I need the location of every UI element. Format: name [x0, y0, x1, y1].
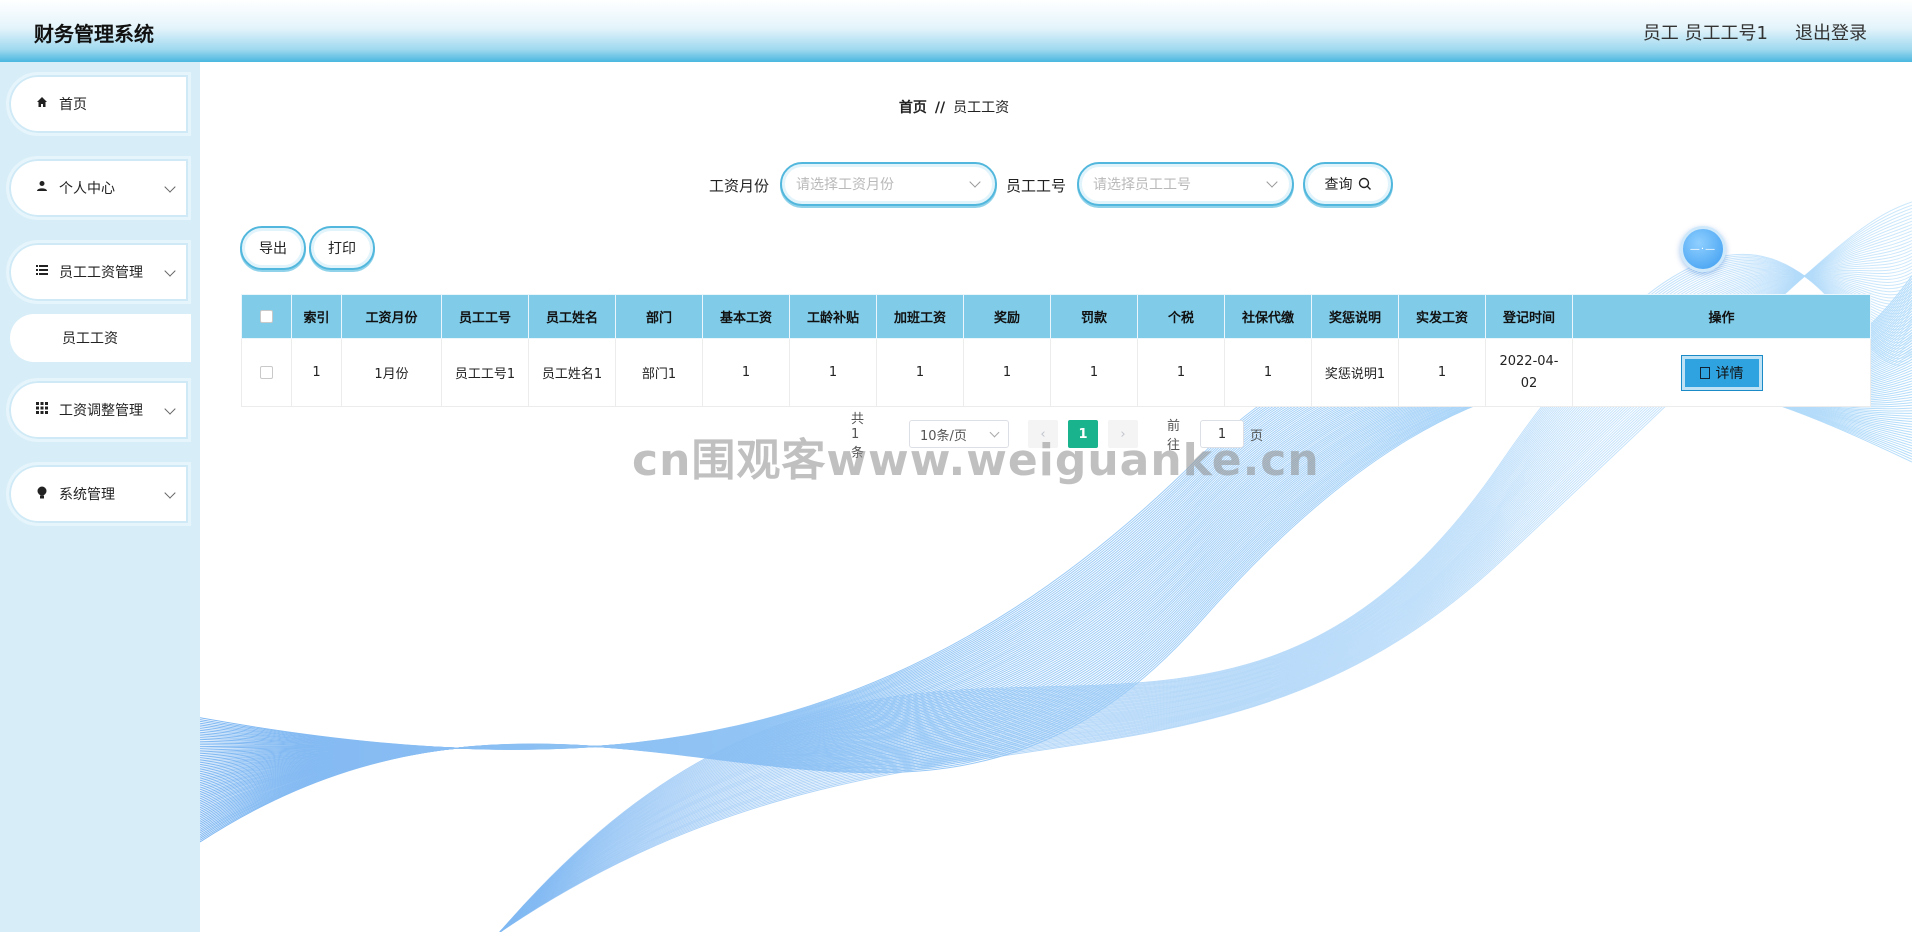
column-header[interactable]: 罚款 [1050, 294, 1138, 339]
dots-icon: —·— [1689, 243, 1717, 255]
table-cell: 1 [963, 338, 1051, 407]
column-header[interactable]: 个税 [1137, 294, 1225, 339]
breadcrumb-separator: // [934, 100, 946, 116]
sidebar-item-salary-adjustment[interactable]: 工资调整管理 [6, 378, 191, 442]
month-placeholder: 请选择工资月份 [796, 177, 894, 193]
table-cell: 员工姓名1 [528, 338, 616, 407]
column-header[interactable]: 索引 [291, 294, 342, 339]
table-cell: 部门1 [615, 338, 703, 407]
salary-table: 索引 工资月份 员工工号 员工姓名 部门 基本工资 工龄补贴 加班工资 奖励 罚… [241, 294, 1871, 407]
sidebar: 首页 个人中心 员工工资管理 员工工资 工资调整管理 系统管理 [0, 62, 200, 932]
sidebar-item-label: 系统管理 [59, 487, 115, 503]
breadcrumb-current: 员工工资 [953, 100, 1010, 116]
search-icon [1358, 177, 1371, 190]
table-cell: 1 [1050, 338, 1138, 407]
sidebar-item-label: 工资调整管理 [59, 403, 143, 419]
table-cell: 1 [702, 338, 790, 407]
current-user: 员工 员工工号1 [1642, 23, 1768, 44]
empno-select[interactable]: 请选择员工工号 [1077, 162, 1294, 206]
breadcrumb-home[interactable]: 首页 [899, 100, 927, 116]
column-header: 操作 [1572, 294, 1871, 339]
column-header[interactable]: 员工姓名 [528, 294, 616, 339]
print-button[interactable]: 打印 [309, 226, 375, 270]
sidebar-item-home[interactable]: 首页 [6, 72, 191, 136]
home-icon [35, 96, 49, 112]
row-checkbox[interactable] [260, 366, 273, 379]
table-cell: 1 [876, 338, 964, 407]
user-icon [35, 180, 49, 196]
table-cell: 1 [1224, 338, 1312, 407]
column-header[interactable]: 基本工资 [702, 294, 790, 339]
bulb-icon [35, 486, 49, 503]
table-cell: 2022-04-02 [1485, 338, 1573, 407]
app-title: 财务管理系统 [34, 22, 154, 46]
column-header[interactable]: 工资月份 [341, 294, 442, 339]
table-cell: 1 [1137, 338, 1225, 407]
column-header[interactable]: 加班工资 [876, 294, 964, 339]
float-action-button[interactable]: —·— [1680, 226, 1726, 272]
grid-icon [35, 402, 49, 418]
document-icon [1699, 366, 1710, 379]
sidebar-item-label: 首页 [59, 97, 87, 113]
sidebar-item-label: 员工工资 [62, 331, 118, 347]
column-header[interactable]: 员工工号 [441, 294, 529, 339]
action-cell: 详情 [1572, 338, 1871, 407]
row-select-cell [241, 338, 292, 407]
query-label: 查询 [1324, 177, 1353, 193]
main-content: 首页 // 员工工资 工资月份 请选择工资月份 员工工号 请选择员工工号 查询 导出… [200, 62, 1912, 932]
table-cell: 奖惩说明1 [1311, 338, 1399, 407]
select-all-cell [241, 294, 292, 339]
chevron-down-icon [164, 181, 176, 193]
table-row: 1 1月份 员工工号1 员工姓名1 部门1 1 1 1 1 1 1 1 奖惩说明… [241, 338, 1871, 407]
table-cell: 1 [291, 338, 342, 407]
export-label: 导出 [259, 241, 287, 257]
table-cell: 1 [789, 338, 877, 407]
table-cell: 1 [1398, 338, 1486, 407]
table-cell: 1月份 [341, 338, 442, 407]
column-header[interactable]: 登记时间 [1485, 294, 1573, 339]
empno-placeholder: 请选择员工工号 [1093, 177, 1191, 193]
watermark-text: cn围观客www.weiguanke.cn [632, 435, 1320, 486]
sidebar-item-personal-center[interactable]: 个人中心 [6, 156, 191, 220]
table-cell: 员工工号1 [441, 338, 529, 407]
sidebar-subitem-employee-salary[interactable]: 员工工资 [10, 314, 191, 362]
sidebar-item-system-management[interactable]: 系统管理 [6, 462, 191, 526]
query-button[interactable]: 查询 [1303, 162, 1393, 206]
detail-label: 详情 [1715, 365, 1744, 382]
month-select[interactable]: 请选择工资月份 [780, 162, 997, 206]
column-header[interactable]: 工龄补贴 [789, 294, 877, 339]
column-header[interactable]: 奖励 [963, 294, 1051, 339]
chevron-down-icon [1266, 176, 1278, 188]
export-button[interactable]: 导出 [240, 226, 306, 270]
sidebar-item-label: 员工工资管理 [59, 265, 143, 281]
month-label: 工资月份 [709, 177, 770, 195]
chevron-down-icon [164, 487, 176, 499]
select-all-checkbox[interactable] [260, 310, 273, 323]
detail-button[interactable]: 详情 [1681, 355, 1762, 390]
chevron-down-icon [164, 403, 176, 415]
list-icon [35, 264, 49, 280]
chevron-down-icon [969, 176, 981, 188]
chevron-down-icon [164, 265, 176, 277]
top-header: 财务管理系统 员工 员工工号1 退出登录 [0, 0, 1912, 62]
table-header-row: 索引 工资月份 员工工号 员工姓名 部门 基本工资 工龄补贴 加班工资 奖励 罚… [241, 294, 1871, 339]
column-header[interactable]: 社保代缴 [1224, 294, 1312, 339]
logout-link[interactable]: 退出登录 [1795, 19, 1867, 45]
empno-label: 员工工号 [1006, 177, 1067, 195]
sidebar-item-label: 个人中心 [59, 181, 115, 197]
sidebar-item-salary-management[interactable]: 员工工资管理 [6, 240, 191, 304]
column-header[interactable]: 奖惩说明 [1311, 294, 1399, 339]
column-header[interactable]: 实发工资 [1398, 294, 1486, 339]
column-header[interactable]: 部门 [615, 294, 703, 339]
breadcrumb: 首页 // 员工工资 [200, 97, 1708, 117]
print-label: 打印 [328, 241, 356, 257]
